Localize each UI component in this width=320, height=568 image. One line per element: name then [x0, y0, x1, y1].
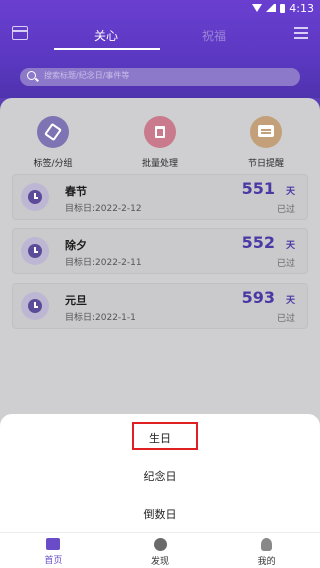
event-target-date: 目标日:2022-1-1	[65, 313, 136, 323]
event-target-date: 目标日:2022-2-11	[65, 258, 142, 268]
sheet-option-birthday[interactable]: 生日	[0, 430, 320, 446]
event-card-chunjie[interactable]: 春节 目标日:2022-2-12 551 天 已过	[12, 174, 308, 220]
event-title: 春节	[65, 185, 87, 198]
event-status: 已过	[276, 259, 295, 269]
top-bar: 关心 祝福	[0, 22, 320, 50]
quick-action-label: 批量处理	[141, 159, 178, 169]
nav-label: 发现	[151, 557, 170, 567]
event-days-unit: 天	[285, 241, 295, 251]
calendar-icon	[46, 538, 61, 550]
planet-icon	[153, 538, 167, 551]
sheet-option-anniversary[interactable]: 纪念日	[0, 468, 320, 484]
tab-guanxin[interactable]: 关心	[94, 27, 118, 44]
search-icon	[27, 71, 36, 80]
clock-icon	[21, 292, 49, 320]
quick-action-remind[interactable]: 节日提醒	[226, 116, 306, 169]
event-title: 除夕	[65, 239, 87, 252]
quick-action-tags[interactable]: 标签/分组	[13, 116, 93, 169]
clock-icon	[21, 237, 49, 265]
bottom-nav: 首页 发现 我的	[0, 532, 320, 568]
message-icon	[250, 116, 282, 148]
quick-action-label: 节日提醒	[247, 159, 284, 169]
nav-label: 我的	[257, 557, 276, 567]
sheet-option-countdown[interactable]: 倒数日	[0, 506, 320, 522]
bottom-sheet: 生日 纪念日 倒数日	[0, 414, 320, 532]
tab-zhufu[interactable]: 祝福	[202, 27, 226, 44]
nav-item-me[interactable]: 我的	[213, 533, 320, 568]
wifi-icon	[252, 4, 263, 12]
header: 4:13 关心 祝福 搜索标题/纪念日/事件等	[0, 0, 320, 98]
person-icon	[261, 538, 273, 551]
event-days-unit: 天	[285, 296, 295, 306]
nav-label: 首页	[44, 556, 63, 566]
nav-item-discover[interactable]: 发现	[107, 533, 214, 568]
event-status: 已过	[276, 314, 295, 324]
quick-action-label: 标签/分组	[33, 159, 73, 169]
event-card-yuandan[interactable]: 元旦 目标日:2022-1-1 593 天 已过	[12, 283, 308, 329]
event-days-count: 552	[241, 233, 275, 252]
search-input[interactable]: 搜索标题/纪念日/事件等	[20, 68, 300, 86]
event-title: 元旦	[65, 294, 87, 307]
event-days-count: 551	[241, 179, 275, 198]
event-card-chuxi[interactable]: 除夕 目标日:2022-2-11 552 天 已过	[12, 228, 308, 274]
app-root: 4:13 关心 祝福 搜索标题/纪念日/事件等 标签/分组 批量处理 节日提醒	[0, 0, 320, 568]
event-target-date: 目标日:2022-2-12	[65, 204, 142, 214]
trash-icon	[144, 116, 176, 148]
search-placeholder: 搜索标题/纪念日/事件等	[44, 71, 130, 80]
status-time: 4:13	[289, 1, 314, 15]
event-days-count: 593	[241, 288, 275, 307]
menu-icon[interactable]	[294, 27, 308, 39]
signal-icon	[266, 4, 277, 12]
event-days-unit: 天	[285, 187, 295, 197]
active-tab-indicator	[54, 48, 160, 50]
tag-icon	[37, 116, 69, 148]
clock-icon	[21, 183, 49, 211]
status-bar: 4:13	[0, 0, 320, 16]
battery-icon	[280, 3, 286, 13]
nav-item-home[interactable]: 首页	[0, 533, 107, 568]
event-status: 已过	[276, 205, 295, 215]
quick-action-batch[interactable]: 批量处理	[120, 116, 200, 169]
calendar-icon[interactable]	[12, 26, 28, 40]
